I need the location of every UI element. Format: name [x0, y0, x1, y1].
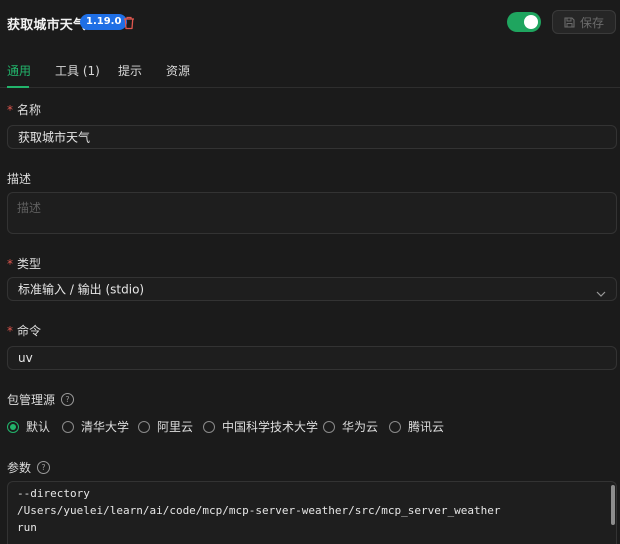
name-label: * 名称 [7, 101, 41, 118]
save-button[interactable]: 保存 [552, 10, 616, 34]
tab-tools[interactable]: 工具 (1) [55, 62, 100, 79]
command-input[interactable]: uv [7, 346, 617, 370]
scrollbar[interactable] [611, 485, 615, 525]
radio-label: 中国科学技术大学 [222, 420, 319, 434]
tab-general[interactable]: 通用 [7, 62, 31, 79]
enable-toggle[interactable] [507, 12, 541, 32]
name-value: 获取城市天气 [18, 130, 91, 145]
registry-label-text: 包管理源 [7, 393, 56, 407]
radio-circle [203, 420, 215, 433]
tab-bar: 通用 工具 (1) 提示 资源 [0, 52, 620, 88]
tab-resources[interactable]: 资源 [166, 62, 190, 79]
trash-icon[interactable] [123, 15, 135, 30]
radio-label: 默认 [26, 420, 51, 434]
help-icon[interactable]: ? [61, 393, 75, 406]
header: 获取城市天气 1.19.0 保存 [0, 0, 620, 44]
type-label: * 类型 [7, 255, 41, 272]
required-marker: * [7, 323, 13, 338]
command-label-text: 命令 [17, 324, 42, 338]
help-icon[interactable]: ? [37, 461, 51, 474]
radio-tencent[interactable]: 腾讯云 [389, 418, 444, 435]
toggle-knob [524, 15, 538, 29]
radio-circle [389, 420, 401, 433]
radio-label: 华为云 [342, 420, 379, 434]
save-label: 保存 [579, 15, 604, 30]
required-marker: * [7, 102, 13, 117]
version-badge: 1.19.0 [80, 14, 128, 30]
radio-tsinghua[interactable]: 清华大学 [62, 418, 129, 435]
radio-label: 清华大学 [81, 420, 130, 434]
radio-circle [323, 420, 335, 433]
registry-label: 包管理源 ? [7, 391, 75, 408]
radio-circle [138, 420, 150, 433]
args-label: 参数 ? [7, 459, 51, 476]
command-label: * 命令 [7, 322, 41, 339]
radio-ustc[interactable]: 中国科学技术大学 [203, 418, 318, 435]
type-select[interactable]: 标准输入 / 输出 (stdio) [7, 277, 617, 301]
radio-label: 腾讯云 [408, 420, 445, 434]
description-label-text: 描述 [7, 172, 32, 186]
args-textarea[interactable]: --directory /Users/yuelei/learn/ai/code/… [7, 481, 617, 544]
name-input[interactable]: 获取城市天气 [7, 125, 617, 149]
args-line: /Users/yuelei/learn/ai/code/mcp/mcp-serv… [17, 504, 501, 517]
description-textarea[interactable]: 描述 [7, 192, 617, 234]
radio-label: 阿里云 [157, 420, 194, 434]
args-line: --directory [17, 487, 90, 500]
save-icon [564, 16, 575, 28]
mcp-server-settings-panel: 获取城市天气 1.19.0 保存 通用 工具 (1) 提示 资源 * 名称 获取… [0, 0, 620, 544]
radio-aliyun[interactable]: 阿里云 [138, 418, 193, 435]
type-value: 标准输入 / 输出 (stdio) [18, 282, 145, 297]
type-label-text: 类型 [17, 257, 42, 271]
tab-prompts[interactable]: 提示 [118, 62, 142, 79]
radio-default[interactable]: 默认 [7, 418, 50, 435]
description-placeholder: 描述 [17, 201, 42, 215]
radio-huawei[interactable]: 华为云 [323, 418, 378, 435]
radio-circle [62, 420, 74, 433]
args-label-text: 参数 [7, 461, 32, 475]
name-label-text: 名称 [17, 103, 42, 117]
chevron-down-icon [596, 286, 606, 297]
args-line: run [17, 521, 37, 534]
active-tab-indicator [7, 86, 29, 88]
required-marker: * [7, 256, 13, 271]
radio-circle [7, 420, 19, 433]
command-value: uv [18, 351, 33, 365]
description-label: 描述 [7, 170, 31, 187]
page-title: 获取城市天气 [7, 18, 87, 33]
